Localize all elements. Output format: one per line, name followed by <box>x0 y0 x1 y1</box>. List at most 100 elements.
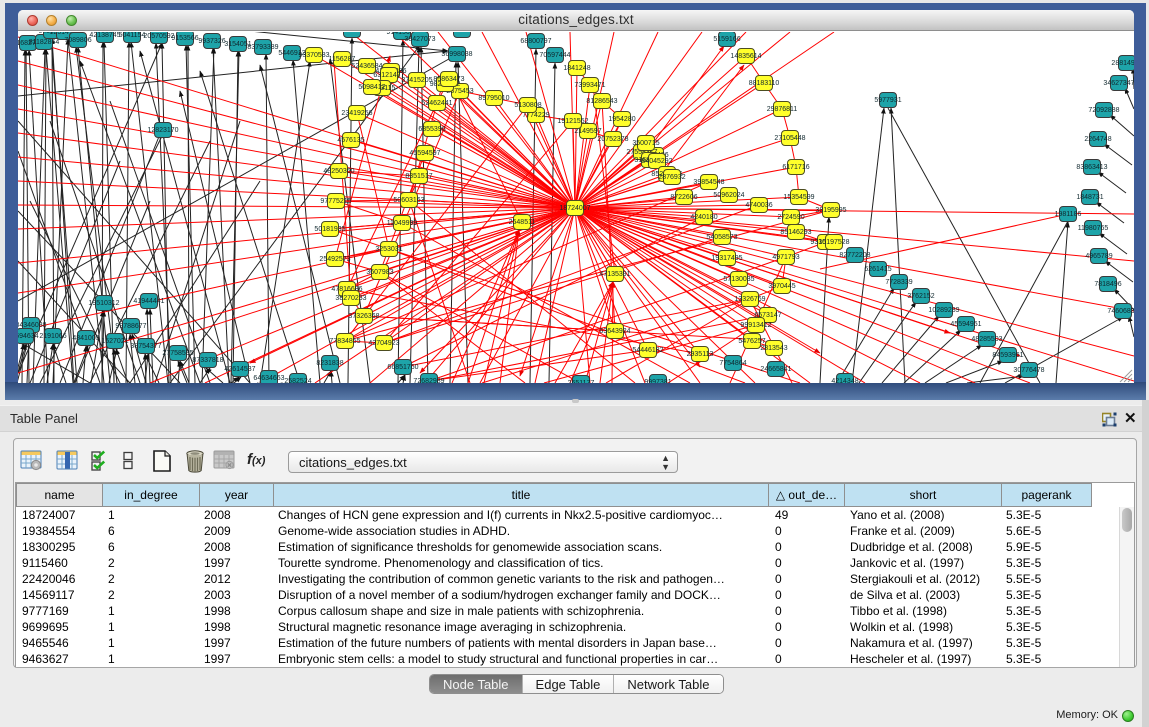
svg-text:4965789: 4965789 <box>1085 253 1112 260</box>
svg-text:2149597: 2149597 <box>574 128 601 135</box>
svg-text:15197528: 15197528 <box>818 239 849 246</box>
svg-text:4240180: 4240180 <box>690 214 717 221</box>
svg-text:7818496: 7818496 <box>1094 281 1121 288</box>
svg-text:70597444: 70597444 <box>539 52 570 59</box>
svg-text:4971793: 4971793 <box>772 254 799 261</box>
svg-text:52436584: 52436584 <box>351 63 382 70</box>
svg-text:19317495: 19317495 <box>711 255 742 262</box>
svg-text:4740036: 4740036 <box>745 202 772 209</box>
svg-text:13326769: 13326769 <box>734 296 765 303</box>
svg-text:2548511: 2548511 <box>509 219 536 226</box>
svg-text:48250360: 48250360 <box>323 168 354 175</box>
svg-text:38195995: 38195995 <box>815 207 846 214</box>
svg-text:8722606: 8722606 <box>670 194 697 201</box>
svg-text:93370583: 93370583 <box>298 52 329 59</box>
svg-text:4694634: 4694634 <box>18 333 39 340</box>
svg-text:2582524: 2582524 <box>284 378 311 383</box>
svg-text:36998038: 36998038 <box>441 51 472 58</box>
svg-text:63121477: 63121477 <box>373 72 404 79</box>
svg-text:2264748: 2264748 <box>1084 136 1111 143</box>
svg-text:28814949: 28814949 <box>1111 60 1134 67</box>
svg-text:2876932: 2876932 <box>658 174 685 181</box>
svg-text:5159166: 5159166 <box>713 36 740 43</box>
svg-text:42138745: 42138745 <box>89 32 120 39</box>
svg-text:43704923: 43704923 <box>368 340 399 347</box>
svg-text:2191066: 2191066 <box>39 333 66 340</box>
svg-text:2724590: 2724590 <box>777 214 804 221</box>
svg-text:14835614: 14835614 <box>730 53 761 60</box>
svg-text:1954280: 1954280 <box>608 116 635 123</box>
svg-text:37415205: 37415205 <box>401 77 432 84</box>
svg-text:45594597: 45594597 <box>409 150 440 157</box>
svg-text:6171716: 6171716 <box>782 164 809 171</box>
svg-text:27758595: 27758595 <box>162 350 193 357</box>
svg-text:4214348: 4214348 <box>831 378 858 383</box>
svg-text:3762152: 3762152 <box>907 293 934 300</box>
svg-text:54058573: 54058573 <box>706 234 737 241</box>
svg-text:83793389: 83793389 <box>247 44 278 51</box>
svg-text:19510312: 19510312 <box>88 300 119 307</box>
svg-text:50962024: 50962024 <box>713 192 744 199</box>
svg-text:8231838: 8231838 <box>316 360 343 367</box>
svg-text:77834855: 77834855 <box>329 338 360 345</box>
svg-text:2074176: 2074176 <box>338 32 365 34</box>
svg-text:45594951: 45594951 <box>950 321 981 328</box>
svg-text:84045292: 84045292 <box>641 158 672 165</box>
svg-text:7774229: 7774229 <box>522 112 549 119</box>
svg-text:19121552: 19121552 <box>557 118 588 125</box>
svg-text:2651177: 2651177 <box>568 380 595 383</box>
svg-text:41944441: 41944441 <box>133 298 164 305</box>
svg-text:1981186: 1981186 <box>1055 211 1082 218</box>
svg-text:89795010: 89795010 <box>478 95 509 102</box>
svg-text:50181935: 50181935 <box>314 226 345 233</box>
svg-text:34627347: 34627347 <box>1103 80 1134 87</box>
svg-text:20570592: 20570592 <box>143 33 174 40</box>
svg-text:99913412: 99913412 <box>740 322 771 329</box>
svg-text:84346088: 84346088 <box>18 322 47 329</box>
svg-text:74606833: 74606833 <box>1107 308 1134 315</box>
svg-text:54446182: 54446182 <box>632 347 663 354</box>
svg-text:6855396: 6855396 <box>418 126 445 133</box>
svg-text:8351517: 8351517 <box>405 173 432 180</box>
svg-text:85146293: 85146293 <box>780 229 811 236</box>
svg-text:27105448: 27105448 <box>774 135 805 142</box>
svg-text:64634663: 64634663 <box>253 375 284 382</box>
svg-text:81182864: 81182864 <box>29 39 60 46</box>
svg-text:84593961: 84593961 <box>992 352 1023 359</box>
svg-text:63551839: 63551839 <box>446 32 477 34</box>
svg-text:29876811: 29876811 <box>767 106 798 113</box>
svg-text:1527021: 1527021 <box>101 338 128 345</box>
svg-text:38754377: 38754377 <box>130 343 161 350</box>
svg-text:99788677: 99788677 <box>115 323 146 330</box>
svg-text:1156287: 1156287 <box>329 56 356 63</box>
svg-text:37326368: 37326368 <box>348 313 379 320</box>
svg-text:3500715: 3500715 <box>632 140 659 147</box>
svg-text:81286543: 81286543 <box>586 98 617 105</box>
svg-text:15354599: 15354599 <box>783 194 814 201</box>
svg-text:52462441: 52462441 <box>421 100 452 107</box>
svg-text:5041154: 5041154 <box>119 32 146 39</box>
svg-text:50603163: 50603163 <box>393 197 424 204</box>
svg-text:73993471: 73993471 <box>574 82 605 89</box>
svg-text:48285503: 48285503 <box>971 336 1002 343</box>
svg-text:68800797: 68800797 <box>520 38 551 45</box>
svg-text:38270233: 38270233 <box>335 295 366 302</box>
svg-text:3970445: 3970445 <box>768 283 795 290</box>
svg-text:38427073: 38427073 <box>404 36 435 43</box>
svg-text:6261415: 6261415 <box>864 266 891 273</box>
svg-text:2813543: 2813543 <box>760 345 787 352</box>
svg-text:18724007: 18724007 <box>559 205 590 212</box>
svg-text:3607983: 3607983 <box>366 269 393 276</box>
svg-text:12823170: 12823170 <box>147 127 178 134</box>
svg-text:24665841: 24665841 <box>760 366 791 373</box>
svg-text:42614537: 42614537 <box>224 366 255 373</box>
svg-text:63643924: 63643924 <box>599 328 630 335</box>
svg-text:5977931: 5977931 <box>874 97 901 104</box>
svg-text:23419256: 23419256 <box>341 110 372 117</box>
svg-text:88183110: 88183110 <box>749 80 780 87</box>
svg-text:1841248: 1841248 <box>563 65 590 72</box>
svg-text:83863413: 83863413 <box>1076 164 1107 171</box>
svg-text:82772208: 82772208 <box>839 252 870 259</box>
svg-text:10289289: 10289289 <box>928 307 959 314</box>
svg-text:7754864: 7754864 <box>719 360 746 367</box>
